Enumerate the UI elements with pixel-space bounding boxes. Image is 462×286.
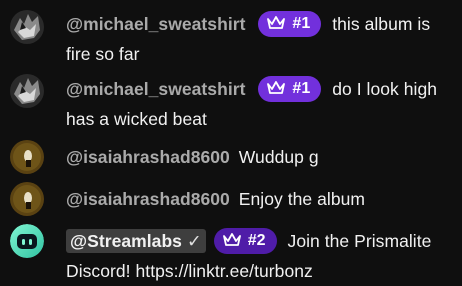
crown-icon	[267, 80, 286, 94]
message-text: Enjoy the album	[238, 189, 366, 209]
author-name[interactable]: @michael_sweatshirt	[66, 14, 245, 34]
member-rank-badge: #1	[258, 10, 322, 37]
live-chat: @michael_sweatshirt #1 this album is fir…	[0, 0, 462, 283]
avatar[interactable]	[10, 182, 44, 216]
author-name[interactable]: @isaiahrashad8600	[66, 147, 230, 167]
checkmark-icon: ✓	[186, 231, 202, 251]
author-name[interactable]: @isaiahrashad8600	[66, 189, 230, 209]
badge-rank-text: #1	[292, 79, 311, 97]
badge-rank-text: #1	[292, 14, 311, 32]
member-rank-badge: #1	[258, 75, 322, 102]
avatar[interactable]	[10, 224, 44, 258]
message-text: Wuddup g	[238, 147, 319, 167]
crown-icon	[222, 232, 241, 246]
author-name[interactable]: @michael_sweatshirt	[66, 79, 245, 99]
moderator-author-box[interactable]: @Streamlabs ✓	[66, 229, 206, 253]
member-rank-badge: #2	[213, 227, 277, 254]
author-name[interactable]: @Streamlabs	[70, 231, 182, 251]
avatar[interactable]	[10, 10, 44, 44]
avatar[interactable]	[10, 140, 44, 174]
crown-icon	[267, 15, 286, 29]
avatar[interactable]	[10, 74, 44, 108]
badge-rank-text: #2	[247, 231, 266, 249]
